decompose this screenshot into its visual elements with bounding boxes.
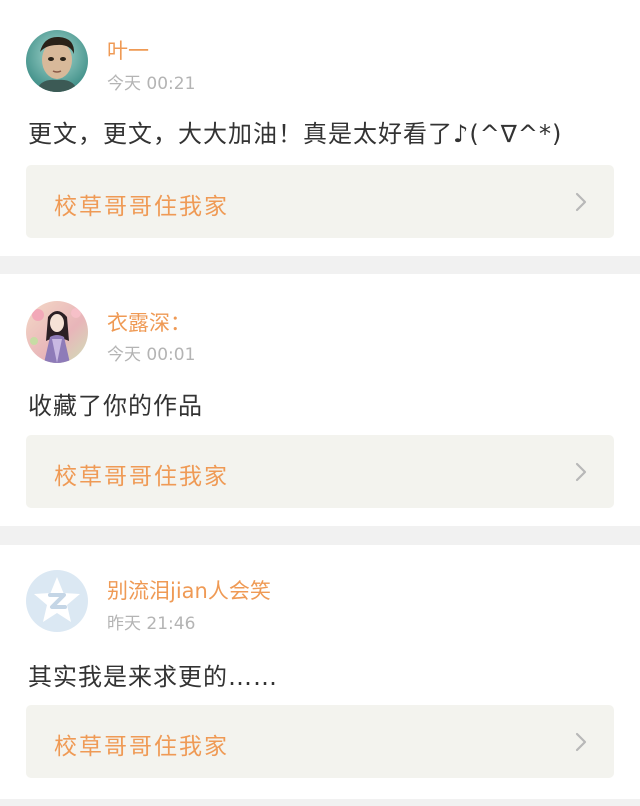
- qzone-star-avatar[interactable]: [26, 570, 88, 632]
- comment-text: 其实我是来求更的……: [28, 663, 278, 691]
- comment-timestamp: 今天 00:01: [107, 345, 196, 365]
- work-title: 校草哥哥住我家: [54, 734, 229, 760]
- chevron-right-icon: [575, 732, 587, 752]
- avatar-photo-icon: [26, 30, 88, 92]
- work-link-button[interactable]: 校草哥哥住我家: [26, 705, 614, 778]
- comment-card: 别流泪jian人会笑 昨天 21:46 其实我是来求更的…… 校草哥哥住我家: [0, 545, 640, 799]
- work-link-button[interactable]: 校草哥哥住我家: [26, 435, 614, 508]
- comment-text: 更文，更文，大大加油！真是太好看了♪(^∇^*): [28, 120, 563, 148]
- comment-timestamp: 昨天 21:46: [107, 614, 196, 634]
- star-icon: [26, 570, 88, 632]
- comment-card: 叶一 今天 00:21 更文，更文，大大加油！真是太好看了♪(^∇^*) 校草哥…: [0, 0, 640, 256]
- comment-feed: 叶一 今天 00:21 更文，更文，大大加油！真是太好看了♪(^∇^*) 校草哥…: [0, 0, 640, 806]
- comment-username[interactable]: 别流泪jian人会笑: [107, 575, 271, 605]
- illustrated-girl-avatar[interactable]: [26, 301, 88, 363]
- work-title: 校草哥哥住我家: [54, 194, 229, 220]
- comment-timestamp: 今天 00:21: [107, 74, 196, 94]
- comment-username[interactable]: 衣露深：: [107, 307, 191, 337]
- chevron-right-icon: [575, 462, 587, 482]
- work-title: 校草哥哥住我家: [54, 464, 229, 490]
- comment-card: 衣露深： 今天 00:01 收藏了你的作品 校草哥哥住我家: [0, 274, 640, 526]
- comment-text: 收藏了你的作品: [28, 392, 203, 420]
- work-link-button[interactable]: 校草哥哥住我家: [26, 165, 614, 238]
- avatar-illustration-icon: [26, 301, 88, 363]
- user-photo-avatar[interactable]: [26, 30, 88, 92]
- chevron-right-icon: [575, 192, 587, 212]
- comment-username[interactable]: 叶一: [107, 35, 149, 65]
